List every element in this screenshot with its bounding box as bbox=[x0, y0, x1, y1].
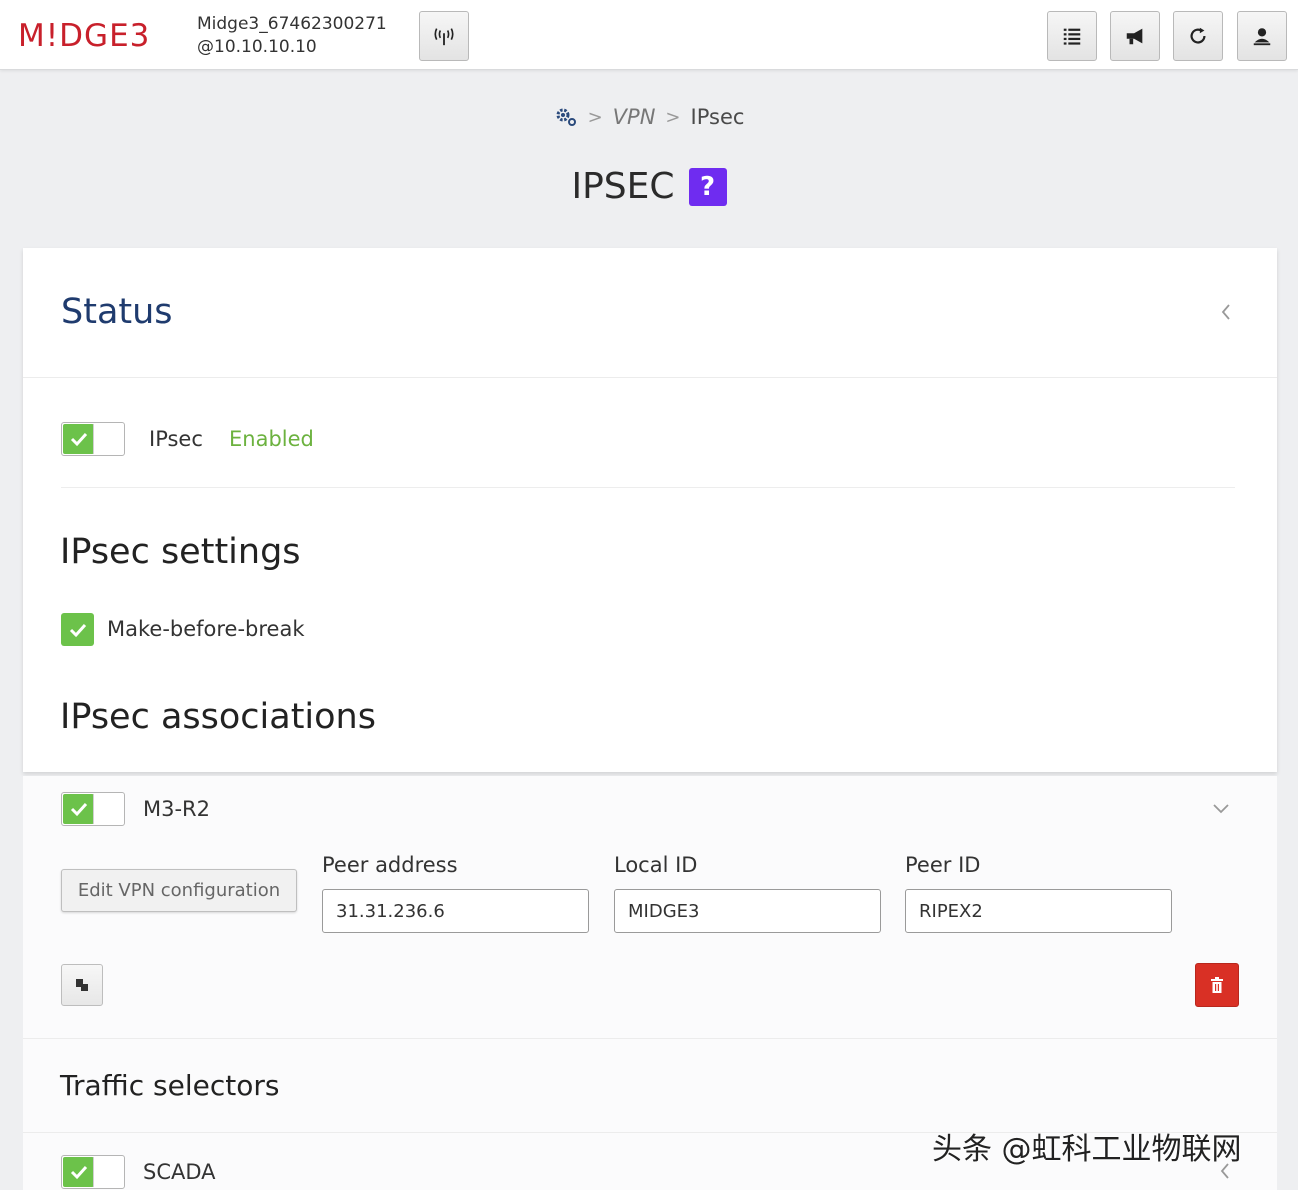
device-ip: @10.10.10.10 bbox=[197, 37, 317, 57]
ipsec-status-text: Enabled bbox=[229, 427, 314, 451]
device-info: Midge3_67462300271 @10.10.10.10 bbox=[197, 13, 387, 59]
midge3-logo[interactable]: M!DGE3 bbox=[18, 18, 150, 54]
ipsec-toggle[interactable] bbox=[61, 422, 125, 456]
trash-icon bbox=[1211, 977, 1223, 993]
association-toggle[interactable] bbox=[61, 792, 125, 826]
device-name: Midge3_67462300271 bbox=[197, 14, 387, 34]
megaphone-icon bbox=[1126, 28, 1143, 45]
status-header[interactable]: Status bbox=[23, 248, 1277, 378]
check-icon bbox=[69, 623, 86, 637]
breadcrumb-vpn[interactable]: VPN bbox=[613, 105, 656, 129]
copy-button[interactable] bbox=[61, 964, 103, 1006]
check-icon bbox=[63, 794, 94, 824]
copy-icon bbox=[76, 979, 88, 991]
page-title: IPSEC bbox=[571, 166, 675, 207]
peer-address-input[interactable] bbox=[322, 889, 589, 933]
check-icon bbox=[63, 424, 94, 454]
local-id-input[interactable] bbox=[614, 889, 881, 933]
refresh-icon bbox=[1190, 27, 1206, 44]
scada-toggle[interactable] bbox=[61, 1155, 125, 1189]
make-before-break-label: Make-before-break bbox=[107, 617, 305, 641]
breadcrumb-ipsec: IPsec bbox=[690, 105, 745, 129]
local-id-label: Local ID bbox=[614, 853, 698, 877]
divider bbox=[23, 1038, 1277, 1039]
association-name: M3-R2 bbox=[143, 797, 211, 821]
delete-button[interactable] bbox=[1195, 963, 1239, 1007]
chevron-right-icon: > bbox=[587, 106, 603, 128]
refresh-button[interactable] bbox=[1173, 11, 1223, 61]
peer-id-label: Peer ID bbox=[905, 853, 981, 877]
ipsec-associations-title: IPsec associations bbox=[60, 697, 376, 737]
divider bbox=[61, 487, 1235, 488]
chevron-down-icon[interactable] bbox=[1211, 802, 1231, 816]
list-button[interactable] bbox=[1047, 11, 1097, 61]
chevron-left-icon[interactable] bbox=[1219, 302, 1233, 322]
check-icon bbox=[63, 1157, 94, 1187]
chevron-right-icon: > bbox=[665, 106, 681, 128]
breadcrumb: > VPN > IPsec bbox=[0, 105, 1298, 129]
antenna-icon bbox=[434, 28, 454, 46]
status-title: Status bbox=[61, 292, 173, 332]
announcement-button[interactable] bbox=[1110, 11, 1160, 61]
status-panel: Status IPsec Enabled IPsec settings Make… bbox=[23, 248, 1277, 772]
watermark: 头条 @虹科工业物联网 bbox=[932, 1132, 1242, 1167]
user-logout-icon bbox=[1253, 28, 1271, 46]
gears-icon[interactable] bbox=[554, 106, 578, 128]
page-title-row: IPSEC ? bbox=[0, 166, 1298, 207]
ipsec-settings-title: IPsec settings bbox=[60, 532, 301, 572]
ipsec-label: IPsec bbox=[149, 427, 203, 451]
traffic-selector-name: SCADA bbox=[143, 1160, 216, 1184]
antenna-button[interactable] bbox=[419, 11, 469, 61]
logout-button[interactable] bbox=[1237, 11, 1287, 61]
traffic-selectors-title: Traffic selectors bbox=[60, 1069, 280, 1102]
make-before-break-checkbox[interactable] bbox=[61, 613, 94, 646]
peer-address-label: Peer address bbox=[322, 853, 458, 877]
list-icon bbox=[1063, 28, 1081, 45]
top-bar: M!DGE3 Midge3_67462300271 @10.10.10.10 bbox=[0, 0, 1298, 70]
help-icon[interactable]: ? bbox=[688, 167, 727, 206]
peer-id-input[interactable] bbox=[905, 889, 1172, 933]
edit-vpn-configuration-button[interactable]: Edit VPN configuration bbox=[61, 869, 297, 912]
